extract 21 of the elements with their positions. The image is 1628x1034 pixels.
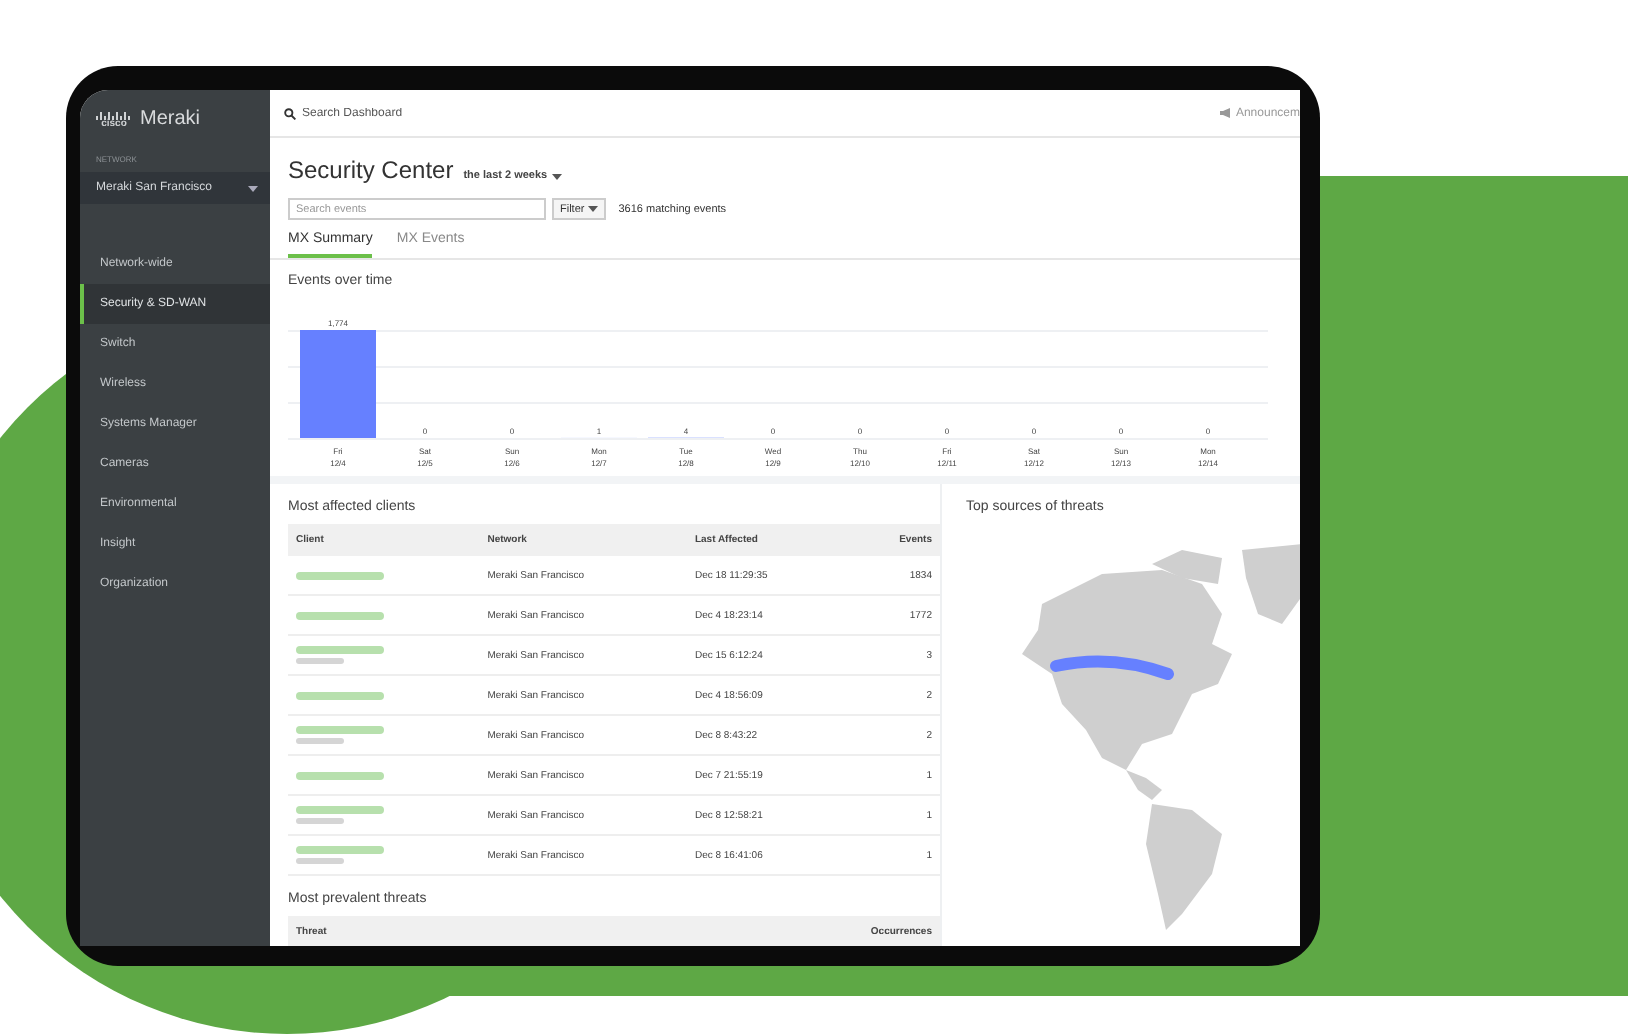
blurred-client-name — [296, 806, 384, 814]
caret-icon — [248, 185, 258, 191]
blurred-client-name — [296, 846, 384, 854]
blurred-client-detail — [296, 818, 344, 824]
product-name: Meraki — [140, 108, 201, 130]
caret-icon — [551, 173, 562, 179]
blurred-client-detail — [296, 658, 344, 664]
megaphone-icon — [1219, 108, 1232, 118]
bars-icon — [96, 109, 132, 119]
blurred-client-name — [296, 571, 384, 579]
blurred-client-name — [296, 691, 384, 699]
blurred-client-name — [296, 646, 384, 654]
blurred-client-detail — [296, 738, 344, 744]
search-icon — [284, 107, 296, 119]
blurred-client-name — [296, 726, 384, 734]
blurred-client-name — [296, 771, 384, 779]
blurred-client-detail — [296, 858, 344, 864]
caret-icon — [588, 206, 599, 212]
bar — [300, 330, 376, 438]
page-title: Security Center — [288, 156, 454, 184]
blurred-client-name — [296, 611, 384, 619]
